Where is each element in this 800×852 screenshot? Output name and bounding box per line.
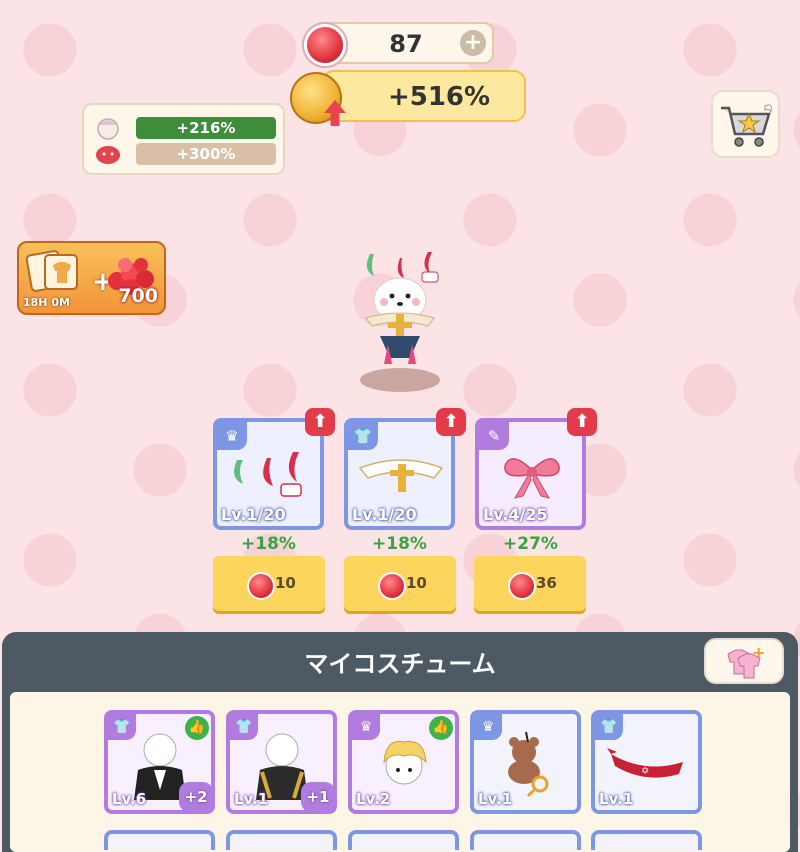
costume-card-partial[interactable] xyxy=(348,830,459,850)
costume-card[interactable]: ♛ 👍 Lv.2 xyxy=(348,710,459,814)
costume-level: Lv.1 xyxy=(599,790,634,808)
costume-card[interactable]: 👕 Lv.1 +1 xyxy=(226,710,337,814)
ruby-gem-icon xyxy=(247,572,275,600)
coin-boost-icon xyxy=(290,72,346,126)
shirt-plus-icon: + xyxy=(727,643,765,679)
promo-gem-amount: 700 xyxy=(118,285,158,307)
red-scarf-costume-icon: ✡ xyxy=(607,748,683,778)
equipped-bonus: +27% xyxy=(503,534,558,554)
shopping-cart-icon xyxy=(721,104,772,147)
stat-bonus-2: +300% xyxy=(136,143,276,165)
upgrade-cost: 36 xyxy=(536,574,557,592)
costume-collection-button[interactable]: + xyxy=(704,638,784,684)
gem-pack-promo[interactable]: + 18H 0M 700 xyxy=(17,241,166,315)
svg-text:+: + xyxy=(752,643,765,662)
costume-card[interactable]: ♛ Lv.1 xyxy=(470,710,581,814)
equipped-level: Lv.1/20 xyxy=(221,505,286,524)
bonus-stats-panel[interactable]: +216% +300% xyxy=(82,103,285,175)
angel-collar-icon xyxy=(358,459,444,492)
income-boost-bar[interactable]: +516% xyxy=(322,70,526,122)
equipped-hat-card[interactable]: ♛ Lv.1/20 xyxy=(213,418,324,530)
horns-accessory-icon xyxy=(234,452,302,497)
upgrade-cost: 10 xyxy=(275,574,296,592)
costume-level: Lv.6 xyxy=(112,790,147,808)
panel-title: マイコスチューム xyxy=(304,650,496,678)
income-boost-value: +516% xyxy=(387,82,491,112)
svg-text:✡: ✡ xyxy=(641,766,649,777)
costume-card[interactable]: 👕 ✡ Lv.1 xyxy=(591,710,702,814)
equipped-accessory-card[interactable]: ✎ Lv.4/25 xyxy=(475,418,586,530)
upgrade-cost: 10 xyxy=(406,574,427,592)
blonde-wig-costume-icon xyxy=(383,740,427,785)
costume-card-partial[interactable] xyxy=(226,830,337,850)
equipped-level: Lv.4/25 xyxy=(483,505,548,524)
shirt-icon: 👕 xyxy=(348,422,378,450)
equipped-level: Lv.1/20 xyxy=(352,505,417,524)
costume-level: Lv.1 xyxy=(234,790,269,808)
ruby-gem-icon xyxy=(378,572,406,600)
character-preview[interactable] xyxy=(340,240,460,400)
costume-level: Lv.2 xyxy=(356,790,391,808)
costume-card-partial[interactable] xyxy=(470,830,581,850)
upgrade-button[interactable]: 10 xyxy=(344,556,456,611)
ruby-gem-icon xyxy=(508,572,536,600)
equipped-bonus: +18% xyxy=(372,534,427,554)
duplicate-count: +2 xyxy=(179,782,213,812)
costume-card[interactable]: 👕 👍 Lv.6 +2 xyxy=(104,710,215,814)
promo-timer: 18H 0M xyxy=(23,296,70,309)
upgrade-button[interactable]: 10 xyxy=(213,556,325,611)
duplicate-count: +1 xyxy=(301,782,335,812)
ruby-gem-icon xyxy=(304,24,346,66)
costume-card-partial[interactable] xyxy=(591,830,702,850)
stat-bonus-1: +216% xyxy=(136,117,276,139)
pink-bow-icon xyxy=(504,458,560,499)
upgrade-alert-icon: ⬆ xyxy=(305,408,335,436)
costume-ticket-icon xyxy=(25,250,78,292)
shirt-icon: 👕 xyxy=(595,714,623,740)
upgrade-alert-icon: ⬆ xyxy=(567,408,597,436)
equipped-bonus: +18% xyxy=(241,534,296,554)
character-avatar-icon xyxy=(92,115,124,165)
costume-card-partial[interactable] xyxy=(104,830,215,850)
upgrade-alert-icon: ⬆ xyxy=(436,408,466,436)
add-gems-button[interactable]: + xyxy=(460,30,486,56)
equipped-top-card[interactable]: 👕 Lv.1/20 xyxy=(344,418,455,530)
shop-button[interactable] xyxy=(711,90,780,158)
costume-level: Lv.1 xyxy=(478,790,513,808)
upgrade-button[interactable]: 36 xyxy=(474,556,586,611)
